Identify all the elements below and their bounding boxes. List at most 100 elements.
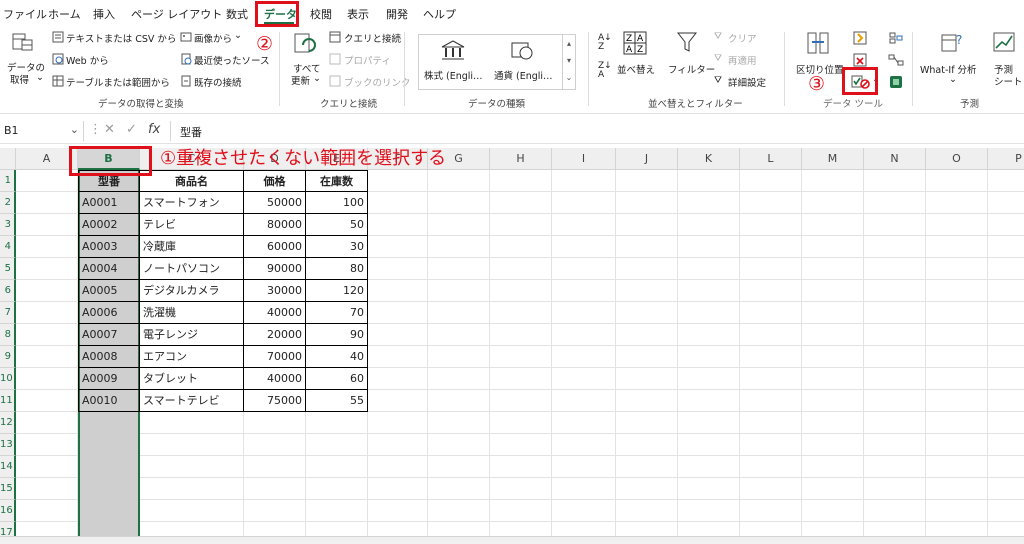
table-cell-price[interactable]: 90000 — [244, 258, 306, 280]
table-cell-stock[interactable]: 50 — [306, 214, 368, 236]
get-data-label-2[interactable]: 取得 — [10, 72, 29, 86]
row-header-6[interactable]: 6 — [0, 280, 16, 302]
table-cell-product[interactable]: 冷蔵庫 — [140, 236, 244, 258]
web-button[interactable]: Web から — [66, 53, 109, 67]
table-cell-product[interactable]: デジタルカメラ — [140, 280, 244, 302]
table-cell-model[interactable]: A0007 — [78, 324, 140, 346]
worksheet-grid[interactable]: ABCDEFGHIJKLMNOP 1 2 3 4 5 6 7 8 9 10 11 12 13 14 15 16… — [0, 148, 1024, 544]
column-header-a[interactable]: A — [16, 148, 78, 170]
table-cell-price[interactable]: 40000 — [244, 302, 306, 324]
row-header-5[interactable]: 5 — [0, 258, 16, 280]
menu-file[interactable]: ファイル — [3, 6, 47, 22]
table-cell-model[interactable]: A0010 — [78, 390, 140, 412]
from-image-button[interactable]: 画像から — [194, 31, 232, 45]
row-header-7[interactable]: 7 — [0, 302, 16, 324]
remove-duplicates-icon[interactable] — [852, 52, 868, 68]
menu-review[interactable]: 校閲 — [310, 6, 332, 22]
table-cell-product[interactable]: 電子レンジ — [140, 324, 244, 346]
gallery-scroll[interactable]: ▴ ▾ ⌄ — [562, 35, 575, 89]
table-header-product[interactable]: 商品名 — [140, 170, 244, 192]
formula-value[interactable]: 型番 — [180, 124, 202, 140]
chevron-down-icon[interactable]: ⌄ — [234, 30, 242, 41]
column-header-n[interactable]: N — [864, 148, 926, 170]
table-cell-stock[interactable]: 120 — [306, 280, 368, 302]
queries-connections-button[interactable]: クエリと接続 — [344, 31, 401, 45]
forecast-sheet-label-2[interactable]: シート — [994, 74, 1023, 88]
table-cell-stock[interactable]: 100 — [306, 192, 368, 214]
sort-descending-icon[interactable]: Z↓ A — [598, 62, 612, 80]
menu-page-layout[interactable]: ページ レイアウト — [131, 6, 222, 22]
table-cell-model[interactable]: A0002 — [78, 214, 140, 236]
enter-icon[interactable]: ✓ — [126, 122, 137, 137]
reapply-button[interactable]: 再適用 — [728, 53, 757, 67]
table-cell-product[interactable]: ノートパソコン — [140, 258, 244, 280]
stocks-data-type[interactable]: 株式 (Engli… — [424, 68, 483, 82]
table-cell-price[interactable]: 60000 — [244, 236, 306, 258]
table-cell-model[interactable]: A0004 — [78, 258, 140, 280]
row-header-14[interactable]: 14 — [0, 456, 16, 478]
table-cell-product[interactable]: エアコン — [140, 346, 244, 368]
column-header-b[interactable]: B — [78, 148, 140, 170]
data-model-icon[interactable] — [888, 74, 904, 90]
table-cell-model[interactable]: A0001 — [78, 192, 140, 214]
table-cell-product[interactable]: スマートテレビ — [140, 390, 244, 412]
sort-button[interactable]: 並べ替え — [617, 62, 655, 76]
name-box[interactable]: B1 ⌄ — [0, 121, 84, 141]
table-cell-stock[interactable]: 40 — [306, 346, 368, 368]
row-header-1[interactable]: 1 — [0, 170, 16, 192]
table-cell-model[interactable]: A0008 — [78, 346, 140, 368]
row-header-12[interactable]: 12 — [0, 412, 16, 434]
properties-button[interactable]: プロパティ — [344, 53, 391, 67]
table-cell-product[interactable]: スマートフォン — [140, 192, 244, 214]
column-header-o[interactable]: O — [926, 148, 988, 170]
table-cell-stock[interactable]: 60 — [306, 368, 368, 390]
existing-connections-button[interactable]: 既存の接続 — [194, 75, 242, 89]
column-header-i[interactable]: I — [552, 148, 616, 170]
table-cell-stock[interactable]: 70 — [306, 302, 368, 324]
table-cell-stock[interactable]: 55 — [306, 390, 368, 412]
table-cell-product[interactable]: テレビ — [140, 214, 244, 236]
data-validation-icon[interactable] — [851, 74, 871, 90]
table-cell-price[interactable]: 30000 — [244, 280, 306, 302]
select-all-corner[interactable] — [0, 148, 16, 170]
table-cell-product[interactable]: 洗濯機 — [140, 302, 244, 324]
row-header-2[interactable]: 2 — [0, 192, 16, 214]
chevron-down-icon[interactable]: ⌄ — [70, 123, 79, 136]
table-cell-model[interactable]: A0009 — [78, 368, 140, 390]
table-cell-price[interactable]: 50000 — [244, 192, 306, 214]
table-cell-product[interactable]: タブレット — [140, 368, 244, 390]
row-header-11[interactable]: 11 — [0, 390, 16, 412]
table-cell-price[interactable]: 75000 — [244, 390, 306, 412]
menu-formulas[interactable]: 数式 — [226, 6, 248, 22]
row-header-13[interactable]: 13 — [0, 434, 16, 456]
sort-ascending-icon[interactable]: A↓ Z — [598, 34, 612, 52]
table-header-stock[interactable]: 在庫数 — [306, 170, 368, 192]
menu-insert[interactable]: 挿入 — [93, 6, 115, 22]
recent-sources-button[interactable]: 最近使ったソース — [194, 53, 270, 67]
chevron-down-icon[interactable]: ⌄ — [36, 72, 44, 83]
flash-fill-icon[interactable] — [852, 30, 868, 46]
column-header-j[interactable]: J — [616, 148, 678, 170]
table-cell-stock[interactable]: 90 — [306, 324, 368, 346]
menu-developer[interactable]: 開発 — [386, 6, 408, 22]
row-header-8[interactable]: 8 — [0, 324, 16, 346]
table-cell-price[interactable]: 20000 — [244, 324, 306, 346]
row-header-10[interactable]: 10 — [0, 368, 16, 390]
table-cell-price[interactable]: 40000 — [244, 368, 306, 390]
table-cell-price[interactable]: 80000 — [244, 214, 306, 236]
workbook-links-button[interactable]: ブックのリンク — [344, 75, 411, 89]
row-header-3[interactable]: 3 — [0, 214, 16, 236]
table-cell-stock[interactable]: 80 — [306, 258, 368, 280]
menu-help[interactable]: ヘルプ — [423, 6, 456, 22]
filter-button[interactable]: フィルター — [668, 62, 715, 76]
clear-filter-button[interactable]: クリア — [728, 31, 757, 45]
column-header-m[interactable]: M — [802, 148, 864, 170]
table-cell-model[interactable]: A0006 — [78, 302, 140, 324]
column-header-k[interactable]: K — [678, 148, 740, 170]
chevron-down-icon[interactable]: ⌄ — [949, 74, 957, 85]
refresh-label-2[interactable]: 更新 — [291, 73, 310, 87]
relationships-icon[interactable] — [888, 52, 904, 68]
consolidate-icon[interactable] — [888, 30, 904, 46]
cancel-icon[interactable]: ✕ — [104, 122, 115, 137]
row-header-15[interactable]: 15 — [0, 478, 16, 500]
